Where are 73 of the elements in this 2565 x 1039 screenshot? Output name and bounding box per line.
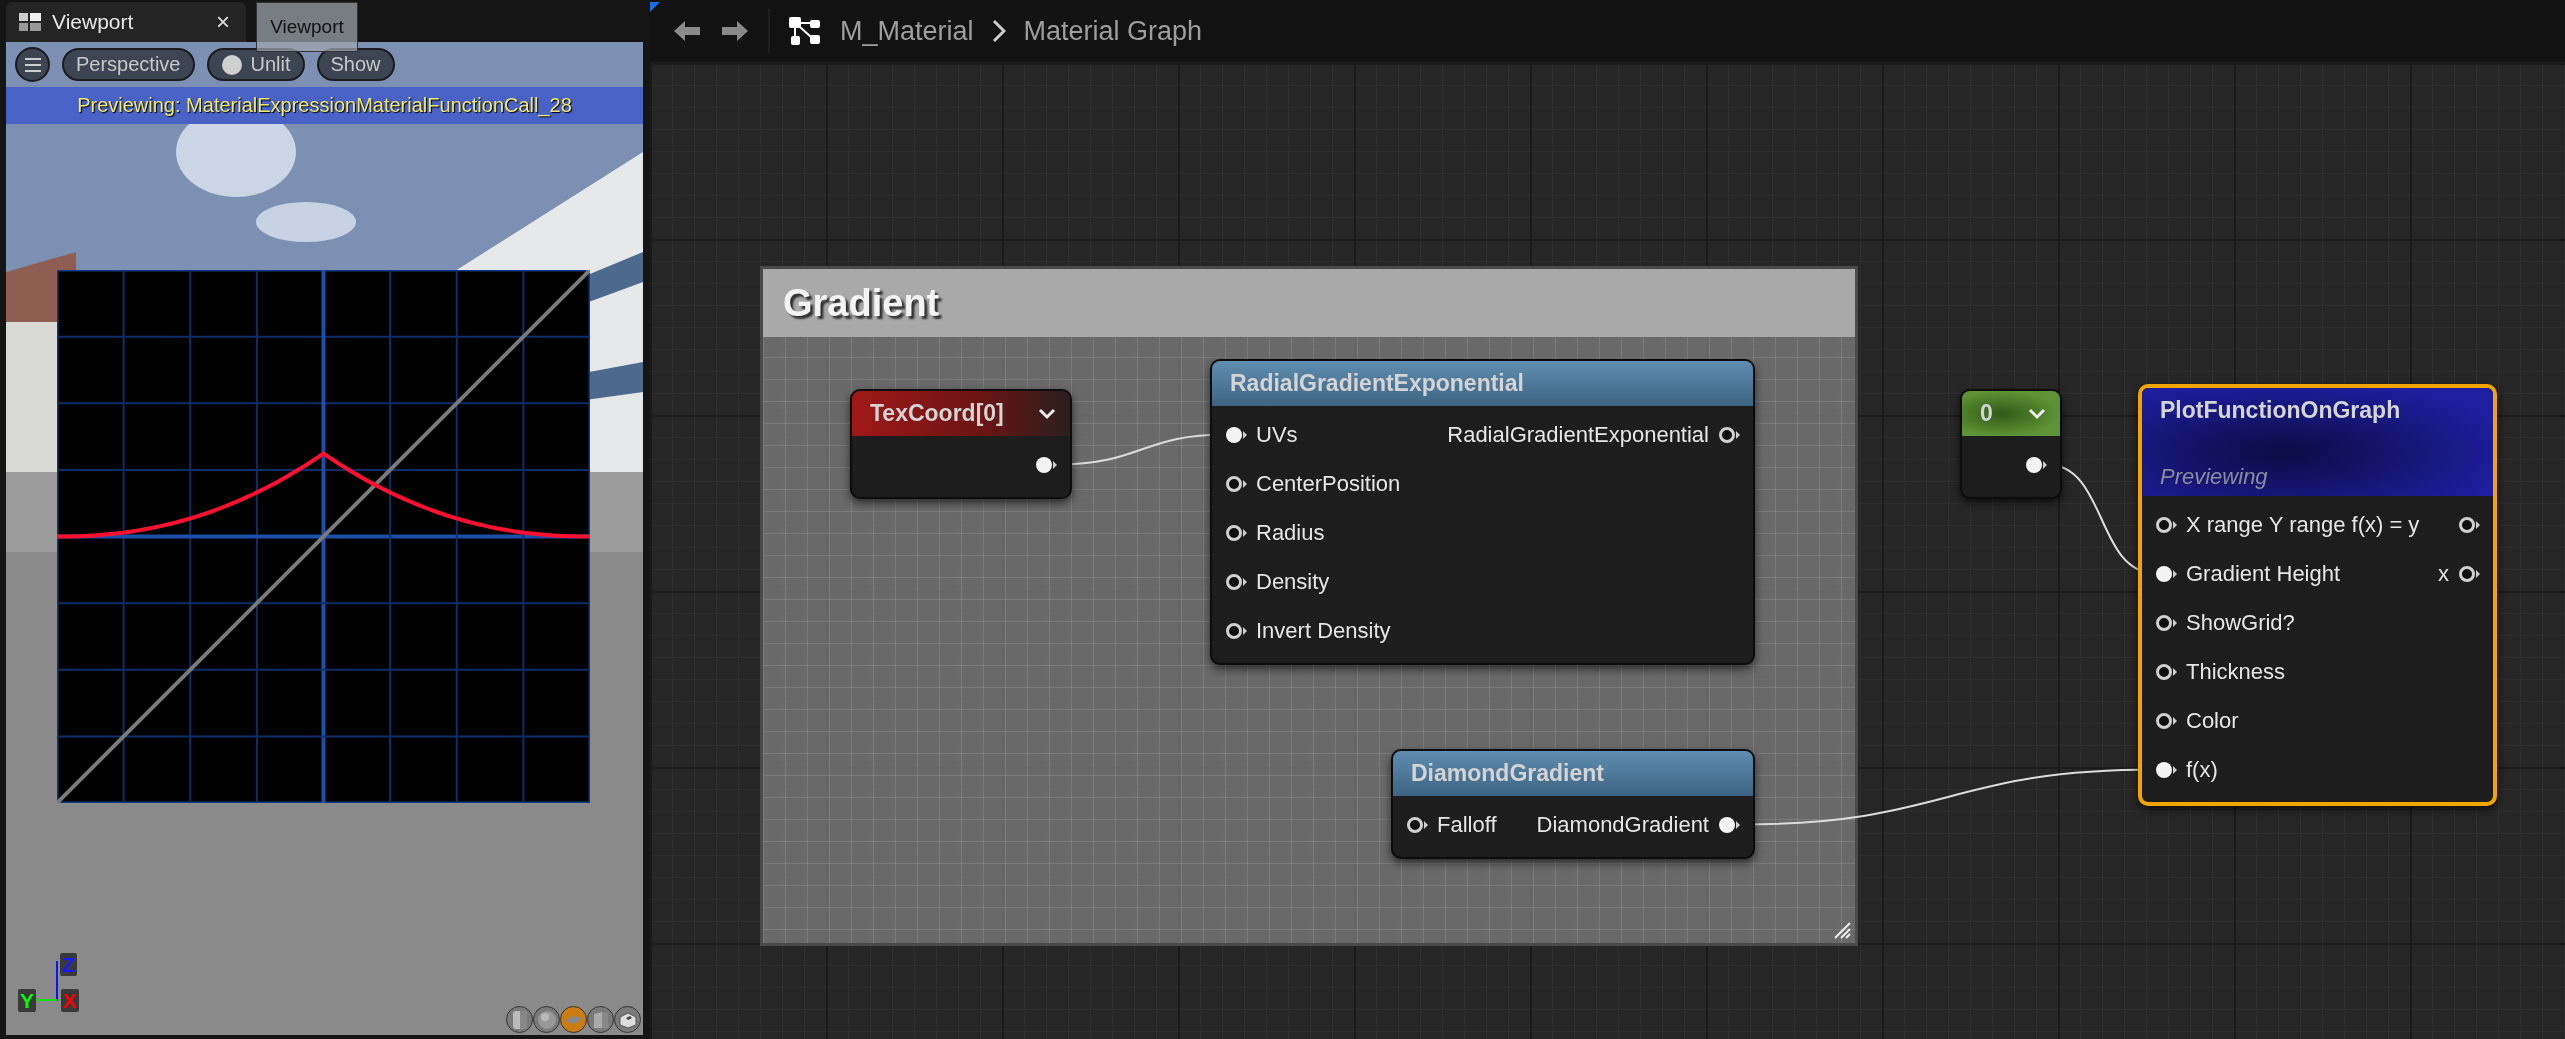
- pin-label: ShowGrid?: [2186, 609, 2295, 636]
- pin-label: Radius: [1256, 519, 1325, 546]
- pin-icon[interactable]: [1034, 454, 1058, 475]
- pin-icon[interactable]: [1717, 424, 1741, 445]
- pin-icon[interactable]: [1224, 620, 1248, 641]
- close-button[interactable]: ×: [212, 8, 234, 36]
- view-option-button[interactable]: Perspective: [62, 48, 195, 81]
- pin-icon[interactable]: [2154, 759, 2178, 780]
- pin-label: f(x): [2186, 756, 2218, 783]
- breadcrumb-current: Material Graph: [1023, 15, 1203, 47]
- back-button[interactable]: [672, 18, 702, 44]
- viewport-tab[interactable]: Viewport ×: [6, 2, 246, 42]
- pin-label: x: [2438, 560, 2449, 587]
- pin-icon[interactable]: [2154, 514, 2178, 535]
- pin-label: X range Y range f(x) = y: [2186, 511, 2420, 538]
- pin-icon[interactable]: [2154, 661, 2178, 682]
- resize-grip-icon[interactable]: [1833, 921, 1851, 939]
- forward-arrow-icon: [720, 18, 750, 44]
- pin-label: CenterPosition: [1256, 470, 1401, 497]
- breadcrumb-link[interactable]: M_Material: [840, 15, 974, 47]
- axis-label: Y: [18, 989, 36, 1012]
- graph-node[interactable]: 0: [1960, 389, 2062, 499]
- node-title: DiamondGradient: [1411, 760, 1604, 787]
- grid-layout-icon: [18, 12, 42, 32]
- graph-icon: [788, 16, 822, 46]
- graph-node[interactable]: DiamondGradient Falloff DiamondGradient: [1391, 749, 1755, 859]
- node-title: 0: [1980, 400, 1993, 427]
- pin-icon[interactable]: [2154, 710, 2178, 731]
- pin-icon[interactable]: [2154, 563, 2178, 584]
- tab-title: Viewport: [52, 10, 135, 34]
- pin-icon[interactable]: [1224, 571, 1248, 592]
- preview-banner: Previewing: MaterialExpressionMaterialFunctionCall_28: [6, 87, 643, 124]
- axis-gizmo-icon: [36, 961, 58, 1001]
- pin-icon[interactable]: [1224, 473, 1248, 494]
- pin-icon[interactable]: [2154, 612, 2178, 633]
- node-title: TexCoord[0]: [870, 400, 1004, 427]
- pin-icon[interactable]: [1224, 424, 1248, 445]
- comment-title: Gradient: [783, 281, 940, 325]
- tooltip: Viewport: [256, 2, 358, 52]
- pin-label: RadialGradientExponential: [1447, 421, 1709, 448]
- graph-node[interactable]: RadialGradientExponential UVs RadialGradientExponential CenterPosition Radius Density Invert Density: [1210, 359, 1755, 665]
- chevron-down-icon[interactable]: [1038, 407, 1056, 420]
- cube-icon: [591, 1009, 610, 1030]
- forward-button[interactable]: [720, 18, 750, 44]
- pin-icon[interactable]: [2024, 454, 2048, 475]
- menu-icon: [23, 56, 42, 73]
- graph-node[interactable]: PlotFunctionOnGraph Previewing X range Y range f(x) = y Gradient Height x ShowGrid? Thickness Color f(x): [2138, 384, 2497, 806]
- pin-label: DiamondGradient: [1536, 811, 1709, 838]
- pin-label: Invert Density: [1256, 617, 1391, 644]
- chevron-right-icon: [991, 19, 1006, 43]
- pin-label: UVs: [1256, 421, 1298, 448]
- pin-icon[interactable]: [2457, 514, 2481, 535]
- pin-icon[interactable]: [1717, 814, 1741, 835]
- axis-label: X: [61, 989, 79, 1012]
- sphere-icon: [536, 1009, 557, 1030]
- pin-label: Density: [1256, 568, 1330, 595]
- cylinder-icon: [510, 1009, 529, 1030]
- graph-node[interactable]: TexCoord[0]: [850, 389, 1072, 499]
- node-title: RadialGradientExponential: [1230, 370, 1524, 397]
- node-subtitle: Previewing: [2160, 464, 2269, 491]
- pin-icon[interactable]: [2457, 563, 2481, 584]
- node-title: PlotFunctionOnGraph: [2160, 397, 2401, 424]
- pin-icon[interactable]: [1405, 814, 1429, 835]
- pin-label: Gradient Height: [2186, 560, 2341, 587]
- pin-label: Falloff: [1437, 811, 1497, 838]
- pin-label: Color: [2186, 707, 2239, 734]
- pin-label: Thickness: [2186, 658, 2286, 685]
- axis-label: Z: [60, 953, 77, 976]
- pin-icon[interactable]: [1224, 522, 1248, 543]
- teapot-box-icon: [617, 1010, 638, 1029]
- back-arrow-icon: [672, 18, 702, 44]
- corner-triangle-icon: [650, 2, 660, 12]
- circle-icon: [220, 53, 243, 76]
